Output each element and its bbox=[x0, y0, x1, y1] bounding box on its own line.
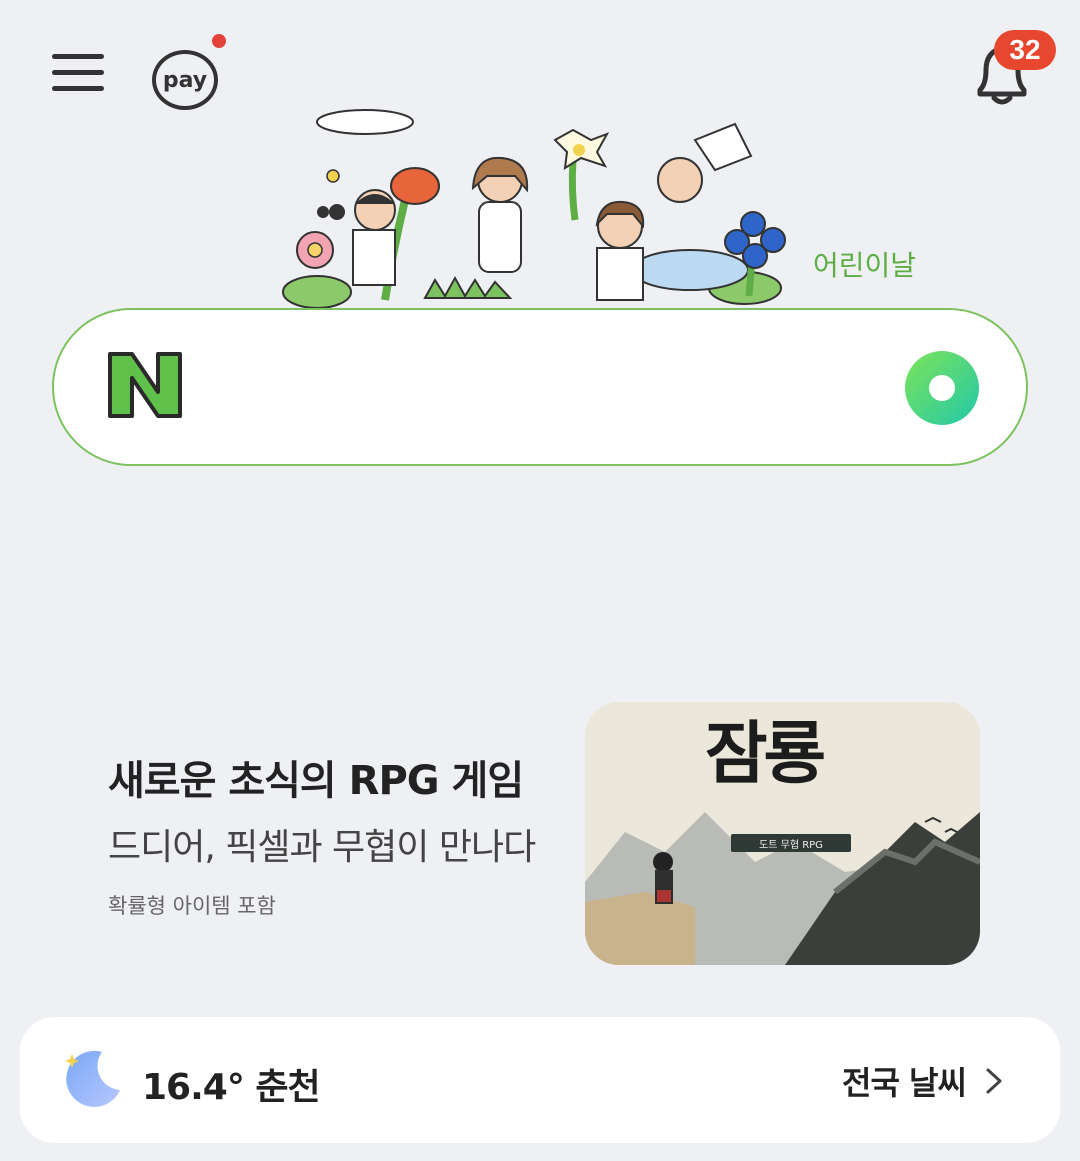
ad-image[interactable]: 잠룡 도트 무협 RPG bbox=[585, 702, 980, 965]
search-bar[interactable] bbox=[52, 308, 1028, 466]
national-weather-link[interactable]: 전국 날씨 bbox=[842, 1058, 967, 1104]
green-dot-search-icon[interactable] bbox=[904, 350, 980, 426]
notification-badge: 32 bbox=[994, 30, 1056, 70]
pay-new-dot bbox=[212, 34, 226, 48]
pay-icon: pay bbox=[152, 50, 218, 110]
ad-image-tag: 도트 무협 RPG bbox=[731, 834, 851, 852]
pay-button[interactable]: pay bbox=[152, 34, 226, 110]
crescent-moon-icon bbox=[58, 1046, 124, 1112]
doodle-caption: 어린이날 bbox=[813, 249, 917, 282]
pay-label: pay bbox=[162, 67, 208, 93]
menu-button[interactable] bbox=[48, 48, 110, 100]
ad-image-title: 잠룡 bbox=[705, 714, 826, 794]
notifications-button[interactable]: 32 bbox=[968, 30, 1064, 110]
ad-headline[interactable]: 새로운 초식의 RPG 게임 bbox=[108, 748, 524, 806]
ad-note: 확률형 아이템 포함 bbox=[108, 894, 276, 918]
doodle-banner[interactable]: 어린이날 bbox=[275, 100, 925, 310]
naver-logo-icon[interactable] bbox=[106, 350, 184, 420]
weather-temperature-city[interactable]: 16.4° 춘천 bbox=[142, 1058, 321, 1110]
ad-subline[interactable]: 드디어, 픽셀과 무협이 만나다 bbox=[108, 818, 536, 870]
chevron-right-icon[interactable] bbox=[984, 1066, 1004, 1096]
